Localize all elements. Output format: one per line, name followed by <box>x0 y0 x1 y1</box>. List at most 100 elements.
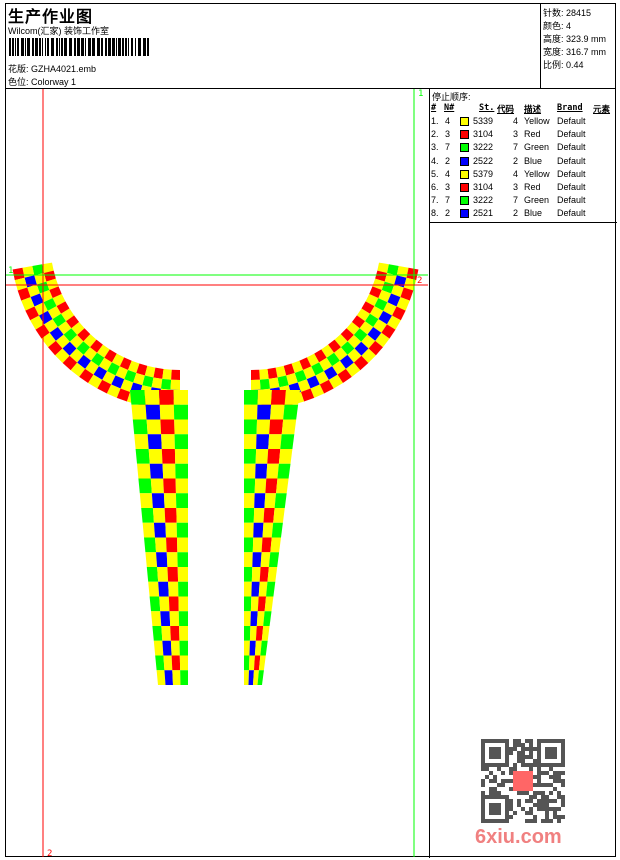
qr-module <box>545 751 549 755</box>
qr-module <box>561 803 565 807</box>
qr-module <box>489 819 493 823</box>
qr-module <box>557 791 561 795</box>
qr-module <box>481 739 485 743</box>
qr-module <box>505 807 509 811</box>
embroidery-block <box>166 552 178 567</box>
embroidery-block <box>146 419 162 435</box>
qr-module <box>525 791 529 795</box>
qr-module <box>521 807 525 811</box>
embroidery-block <box>244 581 252 597</box>
qr-module <box>529 819 533 823</box>
embroidery-block <box>148 581 160 597</box>
qr-module <box>549 819 553 823</box>
embroidery-block <box>257 596 267 612</box>
qr-module <box>553 763 557 767</box>
embroidery-block <box>148 449 163 464</box>
embroidery-block <box>180 670 188 685</box>
qr-module <box>493 747 497 751</box>
embroidery-block <box>138 478 152 494</box>
qr-module <box>497 763 501 767</box>
qr-module <box>561 739 565 743</box>
embroidery-block <box>160 611 171 626</box>
embroidery-block <box>250 596 259 612</box>
embroidery-block <box>248 670 254 685</box>
embroidery-block <box>244 404 258 420</box>
qr-module <box>557 771 561 775</box>
embroidery-block <box>244 626 251 641</box>
qr-module <box>549 799 553 803</box>
embroidery-block <box>179 655 188 671</box>
qr-module <box>541 803 545 807</box>
qr-module <box>553 807 557 811</box>
qr-module <box>549 751 553 755</box>
embroidery-block <box>178 581 188 597</box>
embroidery-block <box>163 478 176 494</box>
qr-module <box>541 799 545 803</box>
embroidery-block <box>163 493 177 508</box>
qr-module <box>545 771 549 775</box>
qr-module <box>493 803 497 807</box>
embroidery-block <box>254 493 266 508</box>
qr-module <box>497 767 501 771</box>
qr-module <box>505 755 509 759</box>
qr-module <box>553 787 557 791</box>
qr-module <box>545 795 549 799</box>
qr-module <box>537 779 541 783</box>
embroidery-block <box>137 463 151 479</box>
qr-module <box>485 819 489 823</box>
qr-module <box>513 747 517 751</box>
qr-module <box>557 819 561 823</box>
qr-module <box>533 795 537 799</box>
embroidery-block <box>156 670 166 685</box>
qr-module <box>529 743 533 747</box>
embroidery-block <box>168 596 179 612</box>
qr-module <box>537 775 541 779</box>
qr-module <box>489 791 493 795</box>
embroidery-block <box>249 626 257 641</box>
qr-module <box>481 763 485 767</box>
embroidery-block <box>160 419 175 435</box>
qr-module <box>545 739 549 743</box>
qr-module <box>493 819 497 823</box>
qr-module <box>509 771 513 775</box>
embroidery-block <box>174 449 188 464</box>
embroidery-block <box>270 537 281 553</box>
qr-module <box>497 819 501 823</box>
embroidery-block <box>145 552 158 567</box>
qr-module <box>501 783 505 787</box>
embroidery-block <box>265 478 278 494</box>
qr-module <box>541 771 545 775</box>
qr-module <box>501 739 505 743</box>
qr-module <box>529 755 533 759</box>
qr-module <box>481 803 485 807</box>
qr-module <box>509 751 513 755</box>
qr-module <box>505 803 509 807</box>
embroidery-block <box>268 552 280 567</box>
embroidery-block <box>177 567 188 582</box>
qr-module <box>549 775 553 779</box>
qr-module <box>521 755 525 759</box>
embroidery-block <box>152 626 163 641</box>
embroidery-block <box>244 390 258 405</box>
qr-module <box>517 803 521 807</box>
qr-module <box>481 755 485 759</box>
qr-module <box>493 775 497 779</box>
embroidery-block <box>260 552 271 567</box>
qr-module <box>561 751 565 755</box>
embroidery-block <box>248 655 255 671</box>
embroidery-block <box>175 478 188 494</box>
qr-module <box>533 791 537 795</box>
embroidery-block <box>178 611 188 626</box>
embroidery-block <box>174 419 188 435</box>
qr-module <box>505 739 509 743</box>
guide-label-red: 2 <box>47 849 52 859</box>
qr-module <box>545 799 549 803</box>
qr-module <box>489 795 493 799</box>
embroidery-block <box>156 552 168 567</box>
qr-module <box>537 747 541 751</box>
qr-module <box>517 751 521 755</box>
qr-module <box>481 799 485 803</box>
qr-module <box>493 811 497 815</box>
embroidery-block <box>132 419 148 435</box>
embroidery-block <box>267 449 281 464</box>
